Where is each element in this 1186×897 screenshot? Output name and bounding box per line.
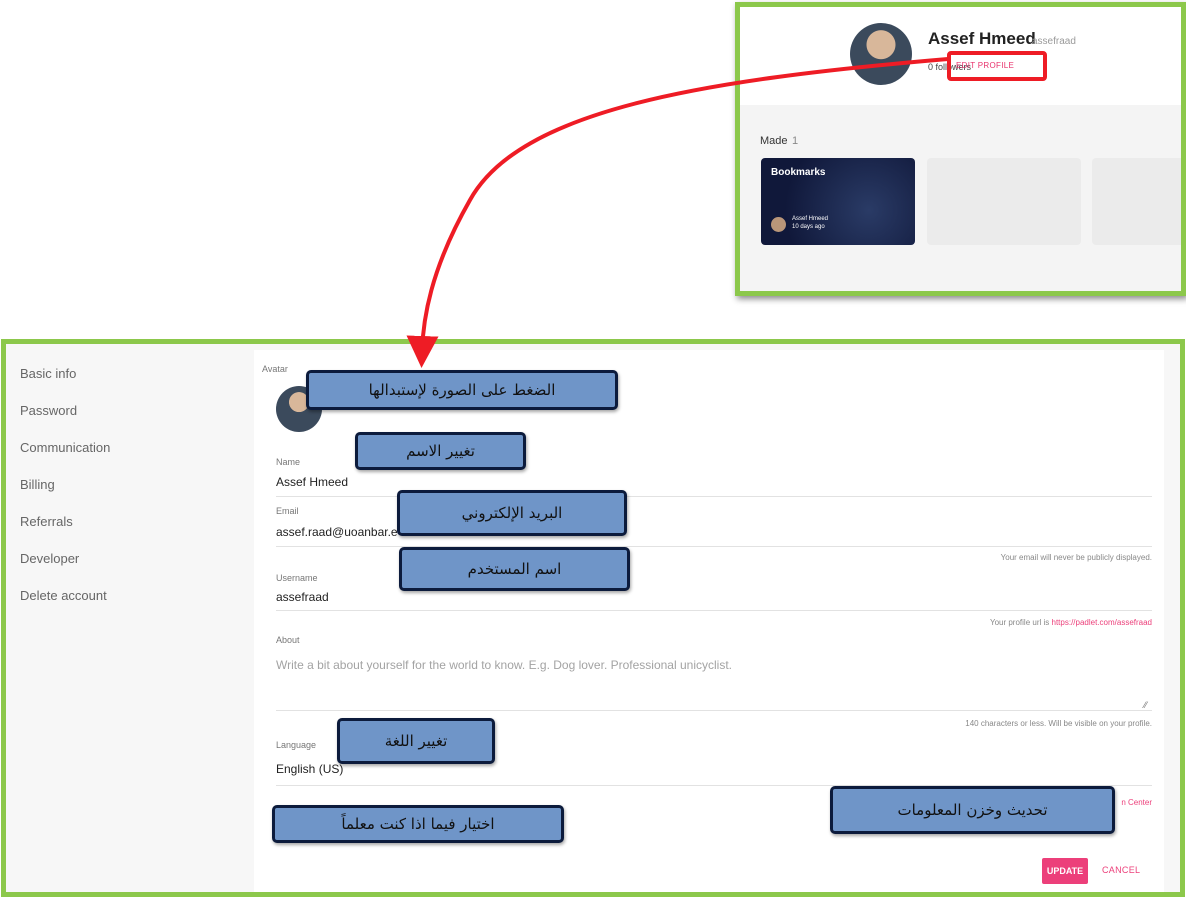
help-center-link[interactable]: n Center — [1121, 798, 1152, 807]
language-label: Language — [276, 740, 317, 750]
profile-avatar — [850, 23, 912, 85]
made-label: Made — [760, 135, 788, 147]
callout-email: البريد الإلكتروني — [397, 490, 627, 536]
sidebar-item-communication[interactable]: Communication — [20, 440, 110, 455]
empty-card-placeholder — [1092, 158, 1181, 245]
about-label: About — [276, 635, 300, 645]
profile-name: Assef Hmeed — [928, 29, 1036, 48]
profile-handle: assefraad — [1032, 36, 1076, 47]
callout-name: تغيير الاسم — [355, 432, 526, 470]
profile-url-hint: Your profile url is https://padlet.com/a… — [990, 618, 1152, 627]
avatar-label: Avatar — [262, 364, 288, 374]
email-input[interactable]: assef.raad@uoanbar.e — [276, 525, 398, 539]
callout-avatar: الضغط على الصورة لإستبدالها — [306, 370, 618, 410]
resize-handle-icon[interactable]: ⁄⁄ — [1144, 700, 1147, 710]
profile-url-link[interactable]: https://padlet.com/assefraad — [1052, 618, 1153, 627]
made-count: 1 — [792, 135, 799, 147]
profile-panel: Assef Hmeed assefraad 0 followers EDIT P… — [735, 2, 1186, 296]
update-button[interactable]: UPDATE — [1042, 858, 1088, 884]
card-author: Assef Hmeed — [792, 216, 829, 222]
language-select[interactable]: English (US) — [276, 762, 343, 776]
divider — [276, 710, 1152, 711]
card-title: Bookmarks — [771, 167, 826, 178]
sidebar-item-developer[interactable]: Developer — [20, 551, 79, 566]
made-section: Made 1 Bookmarks Assef Hmeed 10 days ago — [740, 105, 1181, 291]
cancel-button[interactable]: CANCEL — [1102, 865, 1140, 875]
sidebar-item-password[interactable]: Password — [20, 403, 77, 418]
edit-profile-highlight-box — [947, 51, 1047, 81]
divider — [276, 610, 1152, 611]
callout-update: تحديث وخزن المعلومات — [830, 786, 1115, 834]
callout-username: اسم المستخدم — [399, 547, 630, 591]
callout-language: تغيير اللغة — [337, 718, 495, 764]
username-input[interactable]: assefraad — [276, 590, 329, 604]
card-time: 10 days ago — [792, 224, 825, 230]
profile-url-hint-text: Your profile url is — [989, 618, 1050, 627]
sidebar-item-referrals[interactable]: Referrals — [20, 514, 73, 529]
username-label: Username — [276, 573, 318, 583]
sidebar-item-basic-info[interactable]: Basic info — [20, 366, 76, 381]
empty-card-placeholder — [927, 158, 1081, 245]
callout-teacher: اختيار فيما اذا كنت معلماً — [272, 805, 564, 843]
card-author-avatar — [771, 217, 786, 232]
bookmarks-padlet-card[interactable]: Bookmarks Assef Hmeed 10 days ago — [761, 158, 915, 245]
name-input[interactable]: Assef Hmeed — [276, 475, 348, 489]
sidebar-item-delete-account[interactable]: Delete account — [20, 588, 107, 603]
email-label: Email — [276, 506, 299, 516]
name-label: Name — [276, 457, 301, 467]
about-hint: 140 characters or less. Will be visible … — [965, 719, 1152, 728]
email-hint: Your email will never be publicly displa… — [1000, 553, 1152, 562]
sidebar-item-billing[interactable]: Billing — [20, 477, 55, 492]
about-textarea[interactable]: Write a bit about yourself for the world… — [276, 658, 732, 672]
